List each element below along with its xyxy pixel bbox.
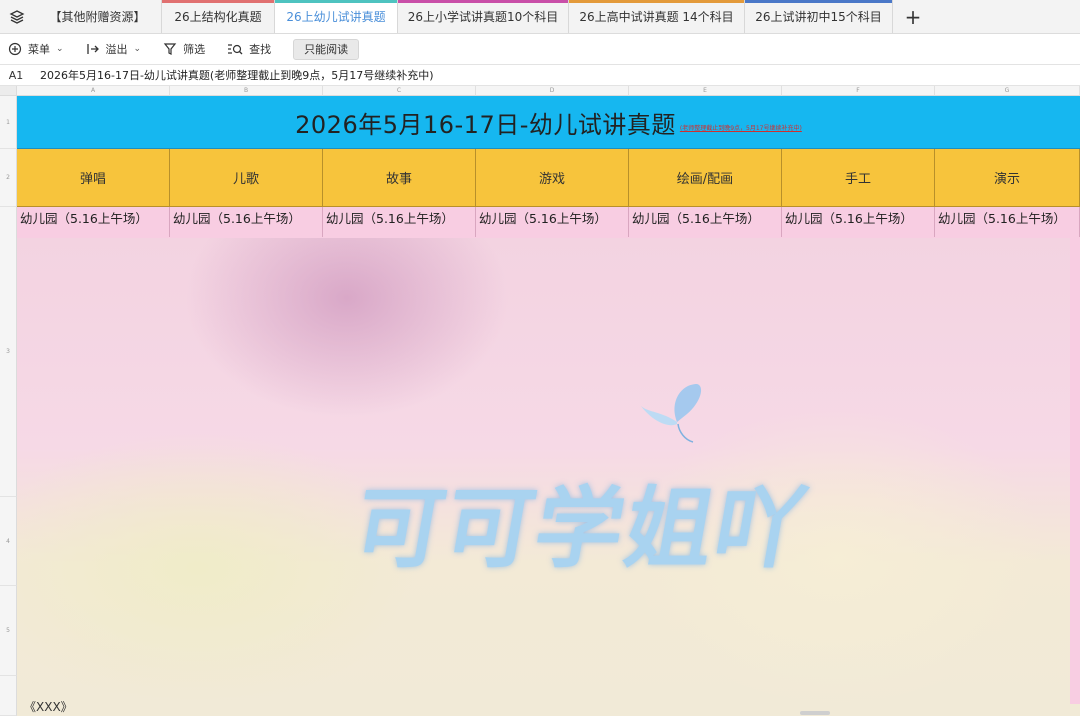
column-header[interactable]: B <box>170 86 323 96</box>
content-cell[interactable]: 幼儿园（5.16上午场） <box>935 207 1080 237</box>
content-cell[interactable]: 幼儿园（5.16上午场） <box>323 207 476 237</box>
column-header[interactable]: C <box>323 86 476 96</box>
spreadsheet-app: 【其他附赠资源】 26上结构化真题 26上幼儿试讲真题 26上小学试讲真题10个… <box>0 0 1080 716</box>
header-cell-story[interactable]: 故事 <box>323 149 476 207</box>
tab-label: 26上小学试讲真题10个科目 <box>407 10 559 24</box>
formula-content[interactable]: 2026年5月16-17日-幼儿试讲真题(老师整理截止到晚9点，5月17号继续补… <box>32 67 434 83</box>
horizontal-scrollbar[interactable] <box>800 711 830 715</box>
find-button[interactable]: 查找 <box>227 38 271 60</box>
content-cell[interactable]: 幼儿园（5.16上午场） <box>629 207 782 237</box>
tab-label: 26上试讲初中15个科目 <box>755 10 882 24</box>
tab-middle-school[interactable]: 26上试讲初中15个科目 <box>745 0 893 33</box>
tab-high-school[interactable]: 26上高中试讲真题 14个科目 <box>569 0 745 33</box>
content-cell[interactable]: 幼儿园（5.16上午场） <box>476 207 629 237</box>
formula-bar: A1 2026年5月16-17日-幼儿试讲真题(老师整理截止到晚9点，5月17号… <box>0 64 1080 86</box>
export-button[interactable]: 溢出 ⌄ <box>86 38 142 60</box>
sheet-title: 2026年5月16-17日-幼儿试讲真题 <box>295 110 676 139</box>
row-header[interactable]: 5 <box>0 586 17 676</box>
header-cell-drawing[interactable]: 绘画/配画 <box>629 149 782 207</box>
search-icon <box>228 44 243 55</box>
menu-label: 菜单 <box>28 43 50 56</box>
readonly-badge: 只能阅读 <box>293 38 360 60</box>
header-cell-game[interactable]: 游戏 <box>476 149 629 207</box>
sheet-tab-bar: 【其他附赠资源】 26上结构化真题 26上幼儿试讲真题 26上小学试讲真题10个… <box>0 0 1080 34</box>
row-header[interactable]: 4 <box>0 497 17 586</box>
find-label: 查找 <box>249 43 272 56</box>
filter-label: 筛选 <box>183 43 206 56</box>
column-header[interactable]: F <box>782 86 935 96</box>
content-cell[interactable]: 幼儿园（5.16上午场） <box>170 207 323 237</box>
tab-color-bar <box>398 0 568 3</box>
blur-overlay: 可可学姐吖 <box>17 238 1070 704</box>
chevron-down-icon: ⌄ <box>133 44 142 54</box>
layers-icon[interactable] <box>0 0 34 33</box>
column-header[interactable]: E <box>629 86 782 96</box>
export-icon <box>86 44 99 54</box>
filter-button[interactable]: 筛选 <box>163 38 205 60</box>
plus-icon: + <box>904 4 922 29</box>
header-cell-handcraft[interactable]: 手工 <box>782 149 935 207</box>
tab-label: 26上幼儿试讲真题 <box>286 10 386 24</box>
export-label: 溢出 <box>105 43 128 56</box>
tab-color-bar <box>275 0 397 3</box>
watermark-text: 可可学姐吖 <box>346 477 815 580</box>
tab-primary[interactable]: 26上小学试讲真题10个科目 <box>398 0 569 33</box>
toolbar: 菜单 ⌄ 溢出 ⌄ 筛选 查找 只能阅读 <box>0 34 1080 64</box>
header-cell-singing[interactable]: 弹唱 <box>17 149 170 207</box>
menu-icon <box>8 42 22 56</box>
row-header[interactable]: 2 <box>0 149 17 207</box>
title-note: (老师整理截止到晚9点，5月17号继续补充中) <box>679 124 802 132</box>
row-header[interactable]: 3 <box>0 207 17 497</box>
row-header[interactable] <box>0 676 17 716</box>
tab-color-bar <box>745 0 892 3</box>
column-header[interactable]: G <box>935 86 1080 96</box>
title-cell[interactable]: 2026年5月16-17日-幼儿试讲真题 (老师整理截止到晚9点，5月17号继续… <box>17 96 1080 149</box>
tab-structured[interactable]: 26上结构化真题 <box>162 0 275 33</box>
tab-label: 26上结构化真题 <box>174 10 262 24</box>
butterfly-icon <box>639 382 719 450</box>
tab-label: 26上高中试讲真题 14个科目 <box>579 10 734 24</box>
column-header[interactable]: A <box>17 86 170 96</box>
cell-reference[interactable]: A1 <box>0 69 32 82</box>
header-cell-demo[interactable]: 演示 <box>935 149 1080 207</box>
menu-button[interactable]: 菜单 ⌄ <box>8 38 64 60</box>
row-header[interactable]: 1 <box>0 96 17 149</box>
readonly-indicator: 只能阅读 <box>293 38 360 60</box>
header-cell-rhymes[interactable]: 儿歌 <box>170 149 323 207</box>
chevron-down-icon: ⌄ <box>56 44 64 54</box>
add-sheet-button[interactable]: + <box>893 0 933 33</box>
tab-other-resources[interactable]: 【其他附赠资源】 <box>34 0 162 33</box>
column-header[interactable]: D <box>476 86 629 96</box>
filter-icon <box>163 43 177 55</box>
tab-kindergarten[interactable]: 26上幼儿试讲真题 <box>275 0 398 33</box>
select-all-corner[interactable] <box>0 86 17 96</box>
content-cell[interactable]: 幼儿园（5.16上午场） <box>17 207 170 237</box>
tab-label: 【其他附赠资源】 <box>49 10 146 24</box>
bottom-row <box>17 704 1080 716</box>
tab-color-bar <box>569 0 744 3</box>
tab-color-bar <box>162 0 274 3</box>
content-cell[interactable]: 幼儿园（5.16上午场） <box>782 207 935 237</box>
bottom-cell-text[interactable]: 《XXX》 <box>24 700 73 714</box>
